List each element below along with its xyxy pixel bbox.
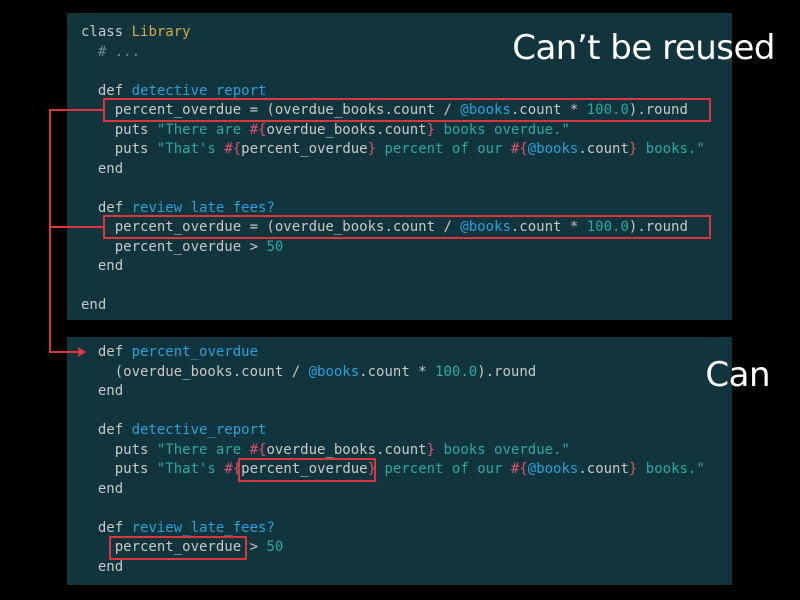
code-token: percent_overdue xyxy=(241,141,368,157)
code-token: .count xyxy=(578,141,629,157)
code-token: class xyxy=(81,24,124,40)
code-token: puts xyxy=(114,441,157,458)
highlight-box-late-fees-calc xyxy=(103,215,711,239)
code-token: def xyxy=(97,344,124,360)
code-token: books." xyxy=(637,461,705,477)
code-token: } xyxy=(426,121,436,138)
code-token: 50 xyxy=(266,539,284,555)
connector-line xyxy=(49,109,104,111)
code-token: puts xyxy=(114,121,157,138)
connector-line xyxy=(49,226,104,228)
connector-line xyxy=(49,109,51,353)
highlight-box-percent-overdue-call xyxy=(109,536,247,560)
code-token: overdue_books.count xyxy=(266,441,427,458)
highlight-box-percent-overdue-interp xyxy=(238,458,376,482)
method-name: detective_report xyxy=(131,422,267,438)
code-token: } xyxy=(367,141,377,157)
code-token: def xyxy=(97,199,124,216)
code-token: #{ xyxy=(249,441,267,458)
code-token: @books xyxy=(308,363,360,380)
code-token: #{ xyxy=(510,461,528,477)
code-token: #{ xyxy=(510,141,528,157)
code-token: overdue_books.count xyxy=(266,121,427,138)
code-token: end xyxy=(81,297,107,313)
code-token: def xyxy=(97,422,124,438)
code-token: percent of our xyxy=(376,461,511,477)
code-token: #{ xyxy=(249,121,267,138)
code-token: "There are xyxy=(156,121,250,138)
caption-cant-be-reused: Can’t be reused xyxy=(512,28,775,68)
code-token: 50 xyxy=(266,238,284,255)
code-token: end xyxy=(97,558,124,575)
method-name: review_late_fees? xyxy=(131,199,275,216)
highlight-box-detective-calc xyxy=(103,98,711,122)
code-token: percent of our xyxy=(376,141,511,157)
code-token: books overdue." xyxy=(435,441,570,458)
code-token: @books xyxy=(527,461,579,477)
code-token: end xyxy=(97,383,124,399)
code-token: percent_overdue > xyxy=(114,238,267,255)
code-token: books overdue." xyxy=(435,121,570,138)
code-token: "There are xyxy=(156,441,250,458)
code-token: "That's xyxy=(156,141,225,157)
method-name: review_late_fees? xyxy=(131,519,275,536)
code-token: puts xyxy=(114,461,157,477)
code-token: Library xyxy=(131,24,191,40)
code-token: #{ xyxy=(224,141,242,157)
connector-line xyxy=(49,351,79,353)
code-token: 100.0 xyxy=(435,363,478,380)
code-token: @books xyxy=(527,141,579,157)
code-token: .count * xyxy=(359,363,436,380)
caption-can: Can xyxy=(705,355,770,395)
code-token: .count xyxy=(578,461,629,477)
code-token: } xyxy=(426,441,436,458)
method-name: detective_report xyxy=(131,82,267,99)
code-token: end xyxy=(97,258,124,274)
code-token: end xyxy=(97,160,124,177)
code-token: puts xyxy=(114,141,157,157)
code-token: books." xyxy=(637,141,705,157)
code-token: def xyxy=(97,82,124,99)
code-token: end xyxy=(97,480,124,497)
code-token: ).round xyxy=(477,363,537,380)
code-token: def xyxy=(97,519,124,536)
arrow-head-icon xyxy=(78,347,86,357)
code-comment: # ... xyxy=(97,43,141,60)
code-token: (overdue_books.count / xyxy=(114,363,309,380)
code-token: "That's xyxy=(156,461,225,477)
method-name: percent_overdue xyxy=(131,344,259,360)
